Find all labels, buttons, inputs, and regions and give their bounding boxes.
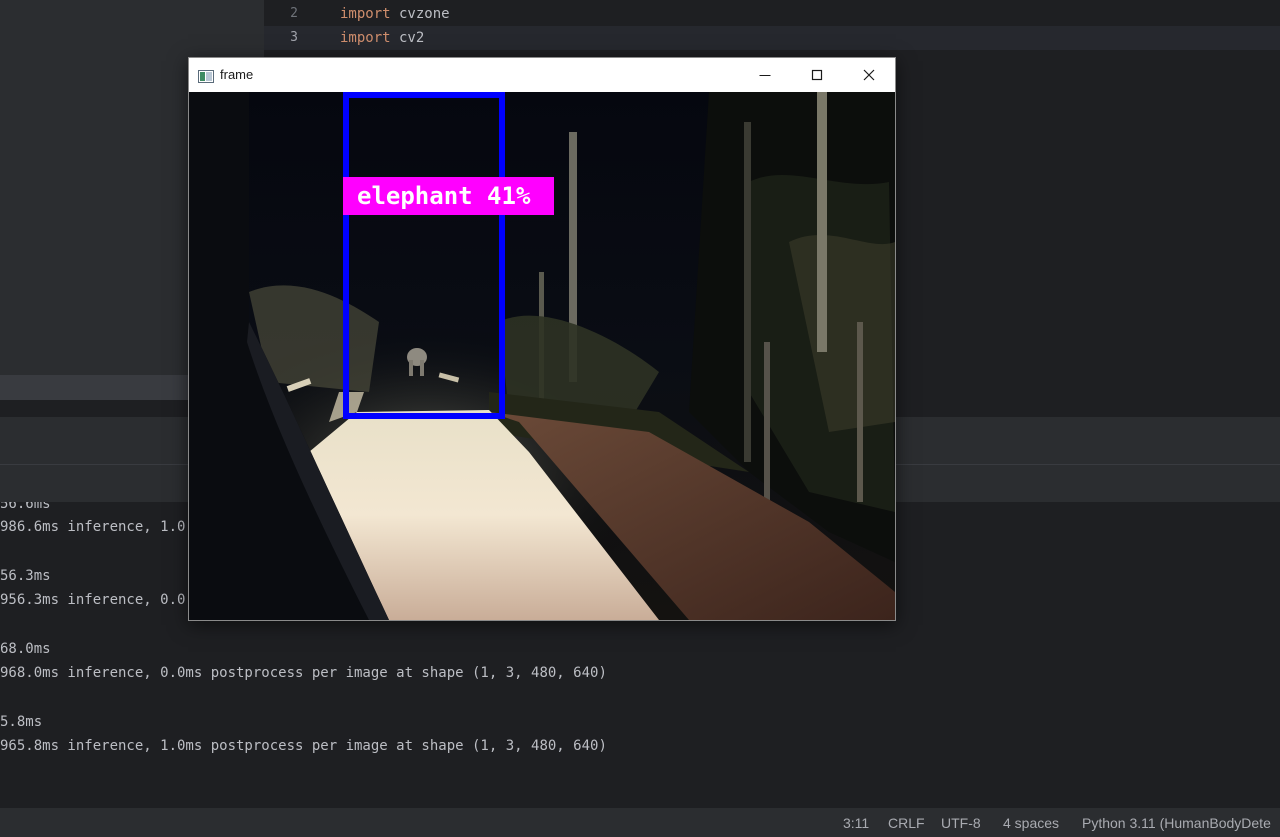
close-button[interactable] bbox=[843, 58, 895, 92]
code-token: cv2 bbox=[390, 30, 425, 46]
window-title: frame bbox=[220, 67, 254, 82]
code-line-current[interactable]: 3 import cv2 bbox=[264, 26, 1280, 50]
maximize-icon bbox=[811, 66, 823, 85]
line-number: 2 bbox=[290, 6, 298, 21]
maximize-button[interactable] bbox=[791, 58, 843, 92]
console-line: 68.0ms bbox=[0, 641, 51, 657]
console-line: 56.3ms bbox=[0, 568, 51, 584]
caret-position[interactable]: 3:11 bbox=[843, 808, 869, 837]
code-line[interactable]: 2 import cvzone bbox=[264, 2, 1280, 26]
console-line: 5.8ms bbox=[0, 714, 43, 730]
console-line: 56.6ms bbox=[0, 502, 51, 512]
opencv-window-icon bbox=[198, 68, 214, 83]
keyword: import bbox=[340, 30, 391, 46]
video-frame: elephant 41% bbox=[189, 92, 895, 620]
keyword: import bbox=[340, 6, 391, 22]
code-token: cvzone bbox=[390, 6, 450, 22]
status-bar: 3:11 CRLF UTF-8 4 spaces Python 3.11 (Hu… bbox=[0, 807, 1280, 837]
detection-label: elephant 41% bbox=[343, 177, 554, 215]
line-number: 3 bbox=[290, 30, 298, 45]
close-icon bbox=[863, 66, 875, 85]
minimize-icon bbox=[759, 66, 771, 85]
console-line: 956.3ms inference, 0.0 bbox=[0, 592, 186, 608]
detection-bounding-box bbox=[343, 92, 505, 419]
console-line: 986.6ms inference, 1.0 bbox=[0, 519, 186, 535]
night-road-scene bbox=[189, 92, 895, 620]
file-encoding[interactable]: UTF-8 bbox=[941, 808, 981, 837]
opencv-frame-window[interactable]: frame elephant 41% bbox=[188, 57, 896, 621]
line-separator[interactable]: CRLF bbox=[888, 808, 925, 837]
console-line: 968.0ms inference, 0.0ms postprocess per… bbox=[0, 665, 607, 681]
python-interpreter[interactable]: Python 3.11 (HumanBodyDete bbox=[1082, 808, 1271, 837]
console-line: 965.8ms inference, 1.0ms postprocess per… bbox=[0, 738, 607, 754]
minimize-button[interactable] bbox=[739, 58, 791, 92]
window-titlebar[interactable]: frame bbox=[189, 58, 895, 92]
indent-setting[interactable]: 4 spaces bbox=[1003, 808, 1059, 837]
